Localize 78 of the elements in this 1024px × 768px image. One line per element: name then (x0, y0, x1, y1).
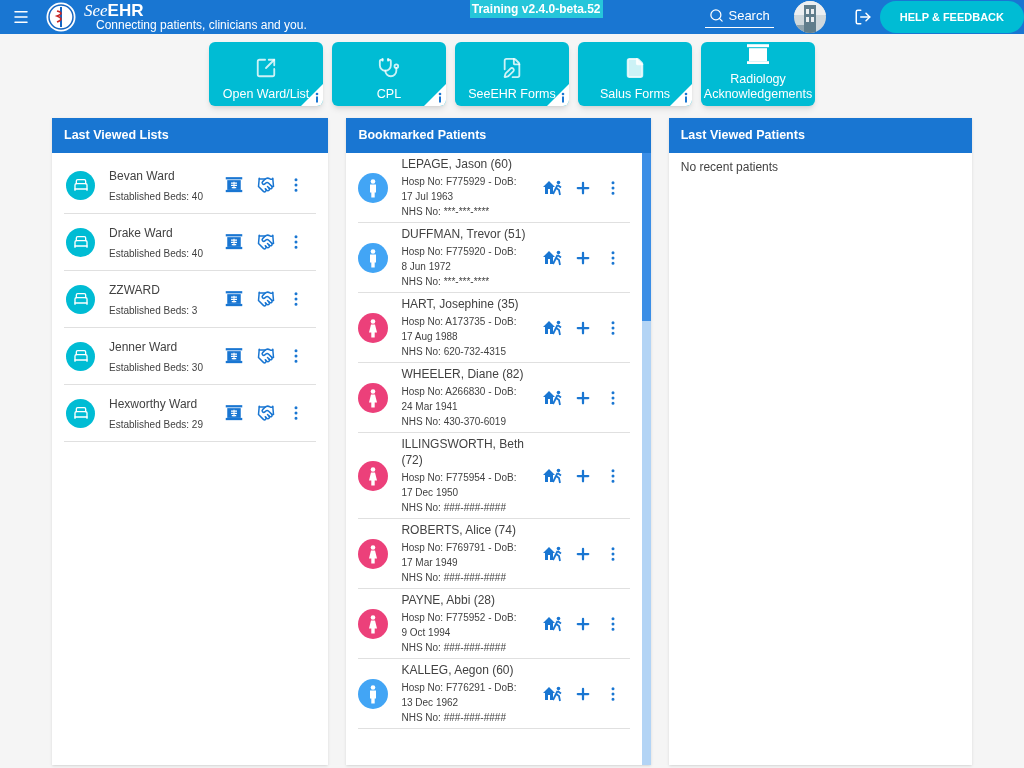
ward-beds: Established Beds: 40 (109, 189, 204, 204)
panel-header: Last Viewed Patients (668, 118, 972, 153)
house-runner-icon[interactable] (543, 615, 564, 632)
ward-beds: Established Beds: 40 (109, 246, 204, 261)
x-ray-viewer-icon (225, 291, 243, 307)
patient-name[interactable]: KALLEG, Aegon (60) (401, 662, 542, 678)
patient-name[interactable]: PAYNE, Abbi (28) (401, 592, 542, 608)
patient-hospital-dob: Hosp No: F775954 - DoB: 17 Dec 1950 (401, 471, 518, 500)
search-icon (709, 8, 725, 23)
handshake-icon[interactable] (257, 290, 275, 308)
patient-nhs-number: NHS No: ###-###-#### (401, 501, 507, 515)
patient-nhs-number: NHS No: ***-***-**** (401, 205, 491, 219)
bed-icon (72, 177, 89, 193)
handshake-icon[interactable] (257, 404, 275, 422)
patient-nhs-number: NHS No: ###-###-#### (401, 711, 507, 725)
info-corner-icon[interactable] (670, 84, 692, 106)
x-ray-viewer-icon (225, 234, 243, 250)
house-runner-icon[interactable] (543, 545, 564, 562)
bed-icon (72, 405, 89, 421)
patient-hospital-dob: Hosp No: F775929 - DoB: 17 Jul 1963 (401, 175, 518, 204)
house-runner-icon[interactable] (543, 389, 564, 406)
caduceus-logo-icon (46, 2, 76, 32)
patient-hospital-dob: Hosp No: F769791 - DoB: 17 Mar 1949 (401, 541, 518, 570)
ward-beds: Established Beds: 3 (109, 303, 199, 318)
patient-hospital-dob: Hosp No: F775952 - DoB: 9 Oct 1994 (401, 611, 518, 640)
x-ray-viewer-icon (225, 348, 243, 364)
patient-name[interactable]: ILLINGSWORTH, Beth (72) (401, 436, 542, 468)
brand-prefix: See (84, 3, 108, 19)
open-external-icon (255, 57, 277, 79)
ward-name[interactable]: ZZWARD (109, 280, 225, 299)
handshake-icon[interactable] (257, 233, 275, 251)
house-runner-icon[interactable] (543, 179, 564, 196)
ward-name[interactable]: Drake Ward (109, 223, 225, 242)
empty-message: No recent patients (679, 159, 780, 176)
house-runner-icon[interactable] (543, 685, 564, 702)
logout-icon[interactable] (853, 8, 872, 26)
patient-nhs-number: NHS No: 430-370-6019 (401, 415, 507, 429)
patient-nhs-number: NHS No: 620-732-4315 (401, 345, 507, 359)
patient-name[interactable]: LEPAGE, Jason (60) (401, 156, 542, 172)
panel-header: Bookmarked Patients (346, 118, 651, 153)
document-icon (624, 57, 646, 79)
x-ray-viewer-icon (225, 405, 243, 421)
ward-name[interactable]: Bevan Ward (109, 166, 225, 185)
bed-icon (72, 291, 89, 307)
x-ray-viewer-icon (746, 43, 770, 64)
handshake-icon[interactable] (257, 176, 275, 194)
patient-hospital-dob: Hosp No: F775920 - DoB: 8 Jun 1972 (401, 245, 518, 274)
document-pen-icon (501, 57, 523, 79)
patient-nhs-number: NHS No: ***-***-**** (401, 275, 491, 289)
handshake-icon[interactable] (257, 347, 275, 365)
bed-icon (72, 234, 89, 250)
patient-name[interactable]: HART, Josephine (35) (401, 296, 542, 312)
house-runner-icon[interactable] (543, 319, 564, 336)
patient-name[interactable]: WHEELER, Diane (82) (401, 366, 542, 382)
ward-beds: Established Beds: 30 (109, 360, 204, 375)
ward-name[interactable]: Hexworthy Ward (109, 394, 225, 413)
search-button[interactable]: Search (705, 5, 774, 29)
x-ray-viewer-icon (225, 177, 243, 193)
environment-label: Training v2.4.0-beta.52 (469, 0, 603, 18)
patient-nhs-number: NHS No: ###-###-#### (401, 641, 507, 655)
brand-suffix: EHR (107, 3, 144, 19)
patient-name[interactable]: DUFFMAN, Trevor (51) (401, 226, 542, 242)
patient-name[interactable]: ROBERTS, Alice (74) (401, 522, 542, 538)
panel-header: Last Viewed Lists (52, 118, 329, 153)
ward-beds: Established Beds: 29 (109, 417, 204, 432)
house-runner-icon[interactable] (543, 467, 564, 484)
patient-hospital-dob: Hosp No: F776291 - DoB: 13 Dec 1962 (401, 681, 518, 710)
house-runner-icon[interactable] (543, 249, 564, 266)
patient-nhs-number: NHS No: ###-###-#### (401, 571, 507, 585)
patient-hospital-dob: Hosp No: A266830 - DoB: 24 Mar 1941 (401, 385, 518, 414)
stethoscope-icon (378, 57, 400, 79)
ward-name[interactable]: Jenner Ward (109, 337, 225, 356)
scrollbar-thumb[interactable] (641, 153, 651, 321)
bed-icon (72, 348, 89, 364)
tagline: Connecting patients, clinicians and you. (96, 19, 307, 31)
patient-hospital-dob: Hosp No: A173735 - DoB: 17 Aug 1988 (401, 315, 518, 344)
info-corner-icon[interactable] (424, 84, 446, 106)
menu-icon[interactable] (12, 8, 30, 26)
